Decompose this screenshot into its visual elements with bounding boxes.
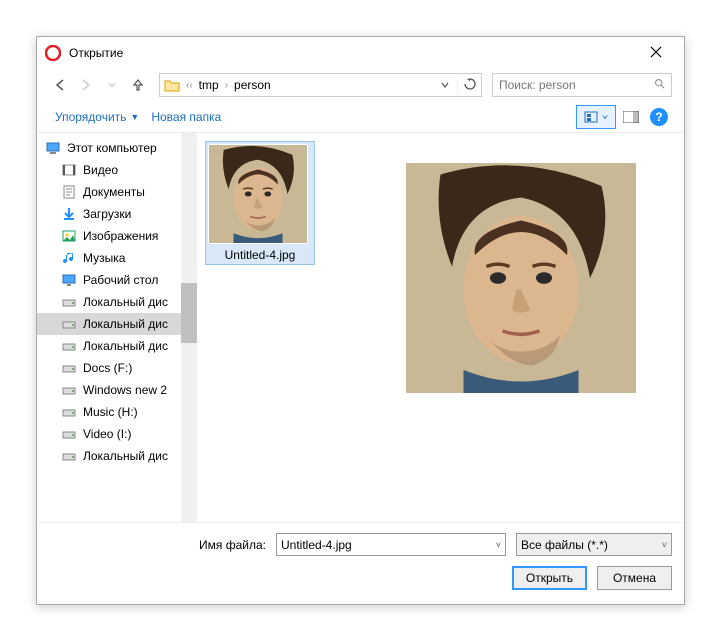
filetype-value: Все файлы (*.*) <box>521 538 658 552</box>
sidebar-item-label: Рабочий стол <box>83 273 158 287</box>
drive-icon <box>61 360 77 376</box>
scrollbar-thumb[interactable] <box>181 283 197 343</box>
breadcrumb-segment[interactable]: person <box>234 78 271 92</box>
drive-icon <box>61 382 77 398</box>
file-item[interactable]: Untitled-4.jpg <box>205 141 315 265</box>
file-list[interactable]: Untitled-4.jpg <box>197 133 357 522</box>
filetype-combo[interactable]: Все файлы (*.*) ˅ <box>516 533 672 556</box>
sidebar-item[interactable]: Рабочий стол <box>37 269 197 291</box>
preview-image <box>406 163 636 393</box>
back-button[interactable] <box>49 74 71 96</box>
sidebar-item[interactable]: Windows new 2 <box>37 379 197 401</box>
sidebar-item[interactable]: Видео <box>37 159 197 181</box>
preview-pane-button[interactable] <box>618 105 644 129</box>
filename-label: Имя файла: <box>199 538 266 552</box>
sidebar-item-label: Музыка <box>83 251 125 265</box>
drive-icon <box>61 448 77 464</box>
sidebar-item[interactable]: Локальный дис <box>37 335 197 357</box>
recent-dropdown[interactable] <box>101 74 123 96</box>
search-box[interactable] <box>492 73 672 97</box>
file-name: Untitled-4.jpg <box>208 244 312 262</box>
face-image <box>406 163 636 393</box>
sidebar-item[interactable]: Video (I:) <box>37 423 197 445</box>
breadcrumb-segment[interactable]: tmp <box>199 78 219 92</box>
chevron-icon: ‹‹ <box>184 80 195 91</box>
drive-icon <box>61 338 77 354</box>
window-title: Открытие <box>69 46 636 60</box>
forward-button[interactable] <box>75 74 97 96</box>
open-file-dialog: Открытие ‹‹ tmp › person <box>36 36 685 605</box>
sidebar-item-label: Video (I:) <box>83 427 131 441</box>
sidebar-item-label: Music (H:) <box>83 405 138 419</box>
sidebar-item-label: Локальный дис <box>83 317 168 331</box>
open-button[interactable]: Открыть <box>512 566 587 590</box>
desktop-icon <box>61 272 77 288</box>
refresh-button[interactable] <box>457 78 477 93</box>
cancel-button[interactable]: Отмена <box>597 566 672 590</box>
caret-down-icon[interactable]: ˅ <box>658 540 667 550</box>
pc-icon <box>45 140 61 156</box>
drive-icon <box>61 426 77 442</box>
navigation-bar: ‹‹ tmp › person <box>37 69 684 101</box>
sidebar-item[interactable]: Music (H:) <box>37 401 197 423</box>
content-area: Untitled-4.jpg <box>197 133 684 522</box>
music-icon <box>61 250 77 266</box>
images-icon <box>61 228 77 244</box>
help-icon: ? <box>650 108 668 126</box>
sidebar-item-label: Локальный дис <box>83 339 168 353</box>
breadcrumb[interactable]: ‹‹ tmp › person <box>159 73 482 97</box>
toolbar: Упорядочить ▼ Новая папка ? <box>37 101 684 133</box>
view-mode-button[interactable] <box>576 105 616 129</box>
file-thumbnail <box>208 144 308 244</box>
dialog-body: Этот компьютер Видео Документы Загрузки Изоб… <box>37 133 684 522</box>
sidebar-item-label: Windows new 2 <box>83 383 167 397</box>
sidebar-item[interactable]: Локальный дис <box>37 313 197 335</box>
sidebar-item[interactable]: Этот компьютер <box>37 137 197 159</box>
sidebar-item[interactable]: Загрузки <box>37 203 197 225</box>
sidebar-item[interactable]: Локальный дис <box>37 291 197 313</box>
drive-icon <box>61 316 77 332</box>
up-button[interactable] <box>127 74 149 96</box>
sidebar-item-label: Загрузки <box>83 207 131 221</box>
sidebar-item-label: Локальный дис <box>83 295 168 309</box>
sidebar-item[interactable]: Docs (F:) <box>37 357 197 379</box>
download-icon <box>61 206 77 222</box>
footer: Имя файла: Untitled-4.jpg ˅ Все файлы (*… <box>37 522 684 604</box>
docs-icon <box>61 184 77 200</box>
sidebar: Этот компьютер Видео Документы Загрузки Изоб… <box>37 133 197 522</box>
breadcrumb-dropdown[interactable] <box>437 78 453 92</box>
close-button[interactable] <box>636 45 676 61</box>
search-input[interactable] <box>499 78 654 92</box>
sidebar-item-label: Docs (F:) <box>83 361 132 375</box>
chevron-icon: › <box>223 80 230 91</box>
sidebar-item[interactable]: Документы <box>37 181 197 203</box>
caret-down-icon: ▼ <box>130 112 139 122</box>
face-image <box>209 145 307 243</box>
sidebar-item-label: Видео <box>83 163 118 177</box>
sidebar-item-label: Изображения <box>83 229 158 243</box>
sidebar-item[interactable]: Изображения <box>37 225 197 247</box>
sidebar-item-label: Локальный дис <box>83 449 168 463</box>
titlebar: Открытие <box>37 37 684 69</box>
opera-icon <box>45 45 61 61</box>
preview-pane <box>357 133 684 522</box>
sidebar-item[interactable]: Музыка <box>37 247 197 269</box>
sidebar-item-label: Документы <box>83 185 145 199</box>
video-icon <box>61 162 77 178</box>
sidebar-item-label: Этот компьютер <box>67 141 157 155</box>
help-button[interactable]: ? <box>646 105 672 129</box>
organize-menu[interactable]: Упорядочить ▼ <box>49 106 145 128</box>
new-folder-button[interactable]: Новая папка <box>145 106 227 128</box>
caret-down-icon[interactable]: ˅ <box>492 540 501 550</box>
drive-icon <box>61 404 77 420</box>
sidebar-item[interactable]: Локальный дис <box>37 445 197 467</box>
filename-combo[interactable]: Untitled-4.jpg ˅ <box>276 533 506 556</box>
filename-value[interactable]: Untitled-4.jpg <box>281 538 492 552</box>
folder-icon <box>164 77 180 93</box>
sidebar-scrollbar[interactable] <box>181 133 197 522</box>
search-icon <box>654 78 665 92</box>
drive-icon <box>61 294 77 310</box>
